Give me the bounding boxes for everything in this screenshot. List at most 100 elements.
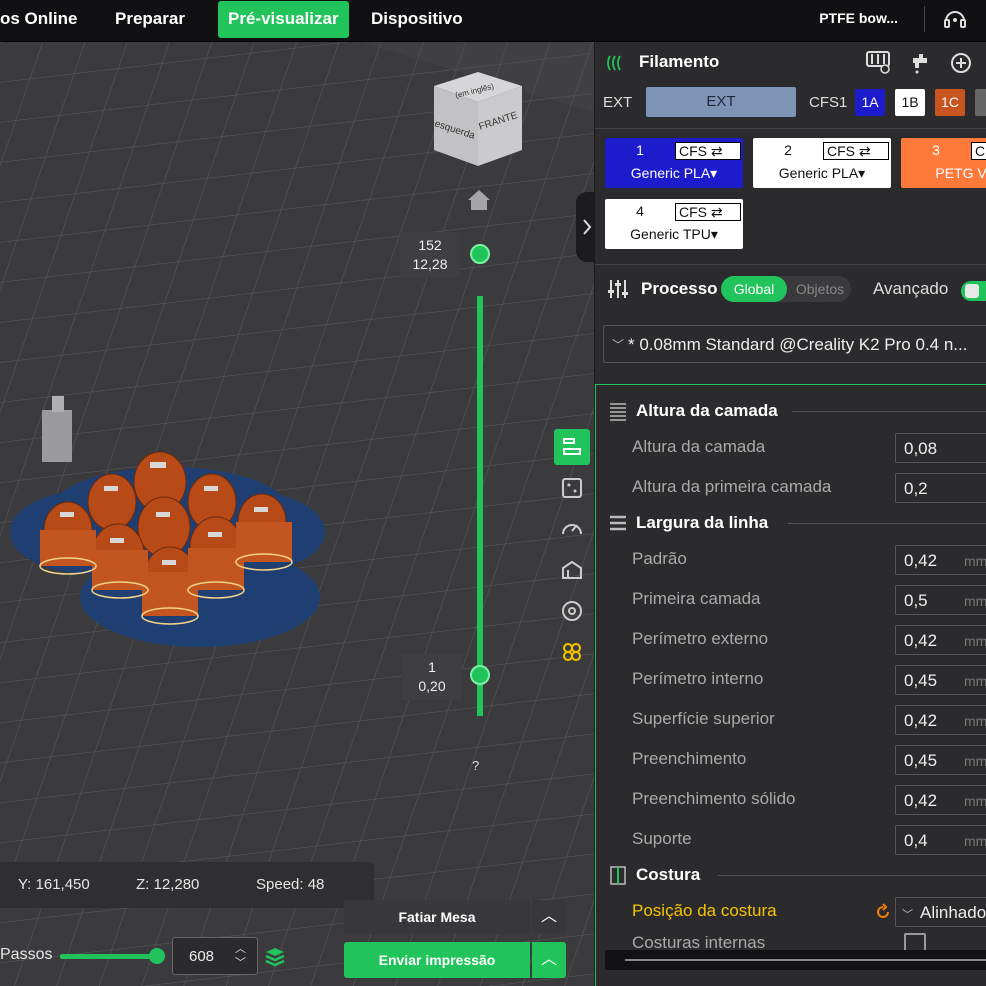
filament-2-cfs[interactable]: CFS ⇄ (823, 142, 889, 160)
setting-value: 0,42 (904, 631, 938, 650)
filament-card-2[interactable]: 2 CFS ⇄ Generic PLA▾ (753, 138, 891, 188)
tab-prepare[interactable]: Preparar (115, 0, 185, 38)
filament-4-cfs[interactable]: CFS ⇄ (675, 203, 741, 221)
filament-card-1[interactable]: 1 CFS ⇄ Generic PLA▾ (605, 138, 743, 188)
slot-1b[interactable]: 1B (895, 89, 925, 116)
slot-1a[interactable]: 1A (855, 89, 885, 116)
setting-value: 0,4 (904, 831, 928, 850)
topbar-divider (924, 6, 925, 32)
top-surface-width-input[interactable]: 0,42 mm (895, 705, 986, 735)
tab-device[interactable]: Dispositivo (371, 0, 463, 38)
filament-3-cfs[interactable]: CF (971, 142, 986, 160)
setting-row-first-layer-width: Primeira camada 0,5 mm (632, 585, 986, 615)
advanced-switch[interactable] (961, 281, 986, 301)
ext-button[interactable]: EXT (646, 87, 796, 117)
cfs1-label: CFS1 (809, 94, 848, 111)
filament-3-name[interactable]: PETG Vool (901, 165, 986, 181)
first-layer-height-input[interactable]: 0,2 (895, 473, 986, 503)
filament-card-4[interactable]: 4 CFS ⇄ Generic TPU▾ (605, 199, 743, 249)
setting-row-outer-wall-width: Perímetro externo 0,42 mm (632, 625, 986, 655)
slider-help-icon[interactable]: ? (472, 758, 479, 773)
layer-slider-bottom-handle[interactable] (470, 665, 490, 685)
steps-slider-handle[interactable] (149, 948, 165, 964)
setting-unit: mm (964, 753, 986, 769)
layer-height-input[interactable]: 0,08 (895, 433, 986, 463)
seam-position-select[interactable]: ﹀ Alinhado (895, 897, 986, 927)
setting-unit: mm (964, 673, 986, 689)
section-rule (792, 411, 986, 412)
printer-selector[interactable]: PTFE bow... (819, 0, 898, 38)
toggle-global[interactable]: Global (721, 276, 787, 302)
first-layer-width-input[interactable]: 0,5 mm (895, 585, 986, 615)
3d-viewport[interactable]: (em inglês) esquerda FRANTE 152 12,28 1 … (0, 42, 594, 986)
filament-title: Filamento (639, 52, 720, 71)
filament-2-name[interactable]: Generic PLA▾ (753, 165, 891, 182)
filament-1-cfs[interactable]: CFS ⇄ (675, 142, 741, 160)
section-layer-height-label: Altura da camada (636, 401, 778, 420)
section-rule (718, 875, 986, 876)
setting-value: 0,42 (904, 551, 938, 570)
support-width-input[interactable]: 0,4 mm (895, 825, 986, 855)
solid-infill-width-input[interactable]: 0,42 mm (895, 785, 986, 815)
layer-slider-top-handle[interactable] (470, 244, 490, 264)
setting-name: Altura da camada (632, 437, 766, 456)
support-icon[interactable] (554, 552, 590, 588)
setting-name: Altura da primeira camada (632, 477, 832, 496)
status-speed: Speed: 48 (256, 876, 325, 893)
flush-nozzle-icon[interactable] (909, 52, 933, 74)
section-layer-height: Altura da camada (608, 399, 986, 423)
slice-plate-button[interactable]: Fatiar Mesa (344, 900, 530, 934)
outer-wall-width-input[interactable]: 0,42 mm (895, 625, 986, 655)
filament-1-name[interactable]: Generic PLA▾ (605, 165, 743, 182)
setting-unit: mm (964, 633, 986, 649)
cura-icon[interactable] (554, 634, 590, 670)
layer-view-icon[interactable] (554, 429, 590, 465)
steps-stepper[interactable]: 608 ︿ ﹀ (172, 937, 258, 975)
slot-1d[interactable] (975, 89, 986, 116)
layout-icon[interactable] (554, 470, 590, 506)
setting-unit: mm (964, 593, 986, 609)
ext-label: EXT (603, 94, 633, 111)
layer-slider-track[interactable] (477, 296, 483, 716)
status-z: Z: 12,280 (136, 876, 200, 893)
top-layer-height: 12,28 (412, 256, 448, 272)
view-cube[interactable]: (em inglês) esquerda FRANTE (430, 64, 526, 172)
setting-row-default-width: Padrão 0,42 mm (632, 545, 986, 575)
setting-value: 0,08 (904, 439, 938, 458)
home-icon[interactable] (466, 188, 492, 212)
filament-card-3[interactable]: 3 CF PETG Vool (901, 138, 986, 188)
add-filament-icon[interactable] (950, 52, 972, 74)
scope-toggle[interactable]: Global Objetos (721, 276, 851, 302)
settings-list[interactable]: Altura da camada Altura da camada 0,08 A… (595, 384, 986, 986)
tab-preview[interactable]: Pré-visualizar (218, 1, 349, 38)
slot-1c[interactable]: 1C (935, 89, 965, 116)
section-line-width: Largura da linha (608, 511, 986, 535)
layer-height-icon (610, 403, 626, 421)
layers-stack-icon[interactable] (264, 946, 286, 968)
default-width-input[interactable]: 0,42 mm (895, 545, 986, 575)
section-rule (788, 523, 986, 524)
filament-spool-icon (607, 55, 621, 71)
toggle-objects[interactable]: Objetos (789, 276, 851, 302)
target-icon[interactable] (554, 593, 590, 629)
support-headset-icon[interactable] (942, 7, 968, 31)
reset-icon[interactable] (874, 903, 892, 921)
horizontal-scrollbar[interactable] (605, 950, 986, 970)
tab-online-models[interactable]: os Online (0, 0, 77, 38)
setting-value: 0,2 (904, 479, 928, 498)
slice-options-chevron-up-icon[interactable]: ︿ (532, 900, 566, 934)
stepper-arrows[interactable]: ︿ ﹀ (235, 942, 246, 970)
filament-sync-icon[interactable] (865, 50, 893, 74)
setting-row-first-layer-height: Altura da primeira camada 0,2 (632, 473, 986, 503)
send-options-chevron-up-icon[interactable]: ︿ (532, 942, 566, 978)
speed-gauge-icon[interactable] (554, 511, 590, 547)
panel-collapse-handle[interactable] (576, 192, 594, 262)
send-print-button[interactable]: Enviar impressão (344, 942, 530, 978)
inner-wall-width-input[interactable]: 0,45 mm (895, 665, 986, 695)
infill-width-input[interactable]: 0,45 mm (895, 745, 986, 775)
setting-name: Superfície superior (632, 709, 775, 728)
filament-4-name[interactable]: Generic TPU▾ (605, 226, 743, 243)
steps-slider[interactable] (60, 954, 158, 959)
setting-unit: mm (964, 713, 986, 729)
process-preset-dropdown[interactable]: ﹀ * 0.08mm Standard @Creality K2 Pro 0.4… (603, 325, 986, 363)
